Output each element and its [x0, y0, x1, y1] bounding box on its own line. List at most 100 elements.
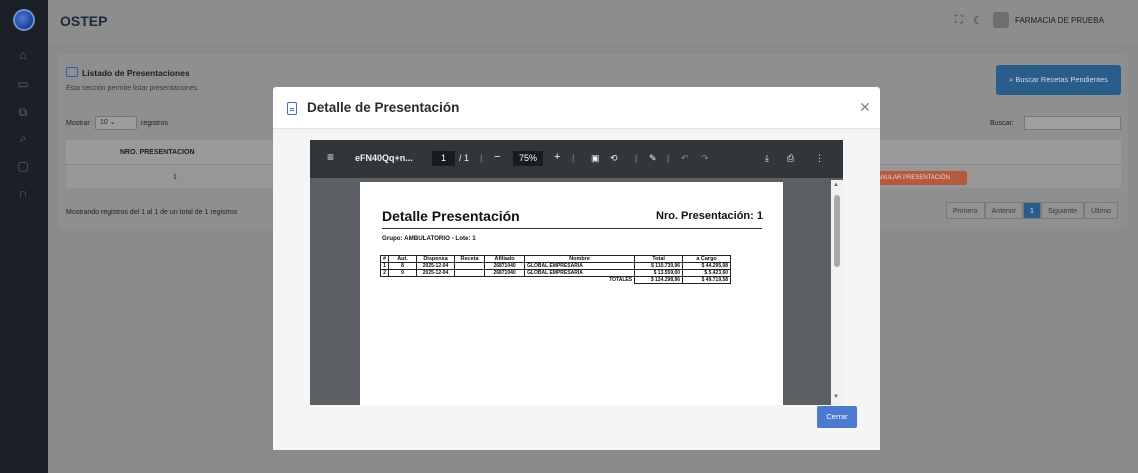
doc-cell: 8 [388, 262, 418, 270]
card-title: Listado de Presentaciones [82, 68, 190, 78]
monitor-icon[interactable]: ▭ [15, 76, 31, 92]
zoom-in-icon[interactable]: + [554, 151, 560, 163]
page-size-value: 10 [100, 119, 108, 126]
table-cell-nro: 1 [173, 174, 177, 181]
doc-cell: 26871040 [484, 269, 526, 277]
scroll-down-icon[interactable]: ▼ [833, 394, 839, 400]
pagination-prev[interactable]: Anterior [984, 202, 1024, 219]
doc-col-afiliado: Afiliado [484, 255, 526, 263]
doc-table-row: 1 8 2025-12-04 26871040 GLOBAL EMPRESARI… [379, 262, 732, 270]
search-pending-button[interactable]: ⌕ Buscar Recetas Pendientes [996, 65, 1121, 95]
doc-table-header: # Aut. Dispensa Receta Afiliado Nombre T… [379, 255, 732, 263]
doc-totals-total: $ 124.298,96 [634, 276, 684, 284]
pdf-zoom-input[interactable]: 75% [513, 151, 543, 166]
print-icon[interactable]: ⎙ [787, 153, 794, 164]
pdf-toolbar: ≡ eFN40Qq+n... 1 / 1 | − 75% + | ▣ ⟲ | ✎… [310, 140, 843, 178]
doc-cell: 2025-12-04 [416, 269, 456, 277]
user-name[interactable]: FARMACIA DE PRUEBA [1015, 16, 1104, 25]
doc-totals-row: TOTALES $ 124.298,96 $ 49.719,58 [381, 276, 732, 284]
close-icon[interactable]: ✕ [859, 99, 871, 116]
pagination: Primero Anterior 1 Siguiente Último [946, 202, 1118, 219]
fullscreen-icon[interactable]: ⛶ [955, 14, 963, 27]
records-label: registros [141, 120, 168, 127]
detail-modal: Detalle de Presentación ✕ ≡ eFN40Qq+n...… [273, 87, 880, 450]
doc-table: # Aut. Dispensa Receta Afiliado Nombre T… [379, 255, 732, 284]
redo-icon[interactable]: ↷ [701, 153, 709, 164]
doc-cell: GLOBAL EMPRESARIA [524, 262, 636, 270]
pdf-file-name: eFN40Qq+n... [355, 153, 413, 163]
scroll-up-icon[interactable]: ▲ [833, 182, 839, 188]
doc-col-cargo: a Cargo [682, 255, 732, 263]
doc-col-num: # [379, 255, 390, 263]
pagination-last[interactable]: Último [1084, 202, 1118, 219]
clipboard-icon[interactable]: ⧉ [15, 104, 31, 120]
doc-col-dispensa: Dispensa [416, 255, 456, 263]
pagination-next[interactable]: Siguiente [1040, 202, 1085, 219]
rotate-icon[interactable]: ⟲ [610, 153, 618, 164]
more-options-icon[interactable]: ⋮ [815, 153, 824, 164]
table-info: Mostrando registros del 1 al 1 de un tot… [66, 209, 238, 216]
doc-totals-label: TOTALES [609, 277, 633, 284]
doc-cell: 26871040 [484, 262, 526, 270]
toolbar-divider: | [480, 153, 483, 163]
close-button[interactable]: Cerrar [817, 406, 857, 428]
fit-page-icon[interactable]: ▣ [591, 153, 600, 164]
search-icon[interactable]: ⌕ [15, 130, 31, 146]
show-label: Mostrar [66, 120, 90, 127]
document-icon [287, 102, 297, 115]
toolbar-divider: | [667, 153, 670, 163]
search-pending-label: Buscar Recetas Pendientes [1015, 75, 1108, 84]
doc-cell: $ 5.423,60 [682, 269, 732, 277]
pdf-scrollbar-thumb[interactable] [834, 195, 840, 267]
doc-cell [454, 269, 486, 277]
avatar[interactable] [993, 12, 1009, 28]
annotate-icon[interactable]: ✎ [649, 153, 657, 164]
topbar: OSTEP ⛶ ☾ FARMACIA DE PRUEBA [48, 0, 1138, 42]
home-icon[interactable]: ⌂ [15, 47, 31, 63]
column-header-nro[interactable]: NRO. PRESENTACION [120, 149, 195, 156]
doc-cell: 9 [388, 269, 418, 277]
doc-cell: 2025-12-04 [416, 262, 456, 270]
doc-col-total: Total [634, 255, 684, 263]
app-logo[interactable] [13, 9, 35, 31]
zoom-out-icon[interactable]: − [494, 151, 500, 163]
doc-title: Detalle Presentación [382, 208, 520, 224]
modal-header: Detalle de Presentación ✕ [273, 87, 880, 129]
toolbar-divider: | [635, 153, 638, 163]
pdf-page-area: Detalle Presentación Nro. Presentación: … [310, 178, 843, 405]
doc-cell: 2 [379, 269, 390, 277]
chevron-down-icon: ⌄ [109, 119, 116, 126]
sidebar: ⌂ ▭ ⧉ ⌕ ▢ ∩ [0, 0, 48, 473]
doc-col-receta: Receta [454, 255, 486, 263]
moon-icon[interactable]: ☾ [973, 14, 983, 27]
search-input[interactable] [1024, 116, 1121, 130]
undo-icon[interactable]: ↶ [681, 153, 689, 164]
anular-button[interactable]: ANULAR PRESENTACIÓN [871, 171, 967, 185]
pagination-first[interactable]: Primero [946, 202, 985, 219]
doc-totals-cargo: $ 49.719,58 [682, 276, 732, 284]
card-subtitle: Esta sección permite listar presentacion… [66, 85, 200, 92]
pdf-page-total: / 1 [459, 153, 470, 163]
doc-cell: $ 13.559,00 [634, 269, 684, 277]
doc-cell: GLOBAL EMPRESARIA [524, 269, 636, 277]
menu-icon[interactable]: ≡ [327, 150, 334, 164]
pagination-page-1[interactable]: 1 [1023, 202, 1041, 219]
folder-icon[interactable]: ▢ [15, 158, 31, 174]
toolbar-divider: | [572, 153, 575, 163]
pdf-page-input[interactable]: 1 [432, 151, 455, 166]
headset-icon[interactable]: ∩ [15, 185, 31, 201]
doc-number: Nro. Presentación: 1 [656, 210, 763, 222]
doc-cell [454, 262, 486, 270]
doc-divider [382, 228, 762, 229]
modal-title: Detalle de Presentación [307, 100, 460, 115]
doc-col-aut: Aut. [388, 255, 418, 263]
download-icon[interactable]: ⤓ [765, 153, 769, 164]
folder-icon [66, 67, 78, 77]
doc-cell: $ 44.295,98 [682, 262, 732, 270]
doc-table-row: 2 9 2025-12-04 26871040 GLOBAL EMPRESARI… [379, 269, 732, 277]
pdf-viewer: ≡ eFN40Qq+n... 1 / 1 | − 75% + | ▣ ⟲ | ✎… [310, 140, 843, 405]
doc-group: Grupo: AMBULATORIO - Lote: 1 [382, 235, 476, 242]
search-label: Buscar: [990, 120, 1014, 127]
page-size-select[interactable]: 10 ⌄ [95, 116, 137, 130]
doc-cell: $ 110.739,96 [634, 262, 684, 270]
